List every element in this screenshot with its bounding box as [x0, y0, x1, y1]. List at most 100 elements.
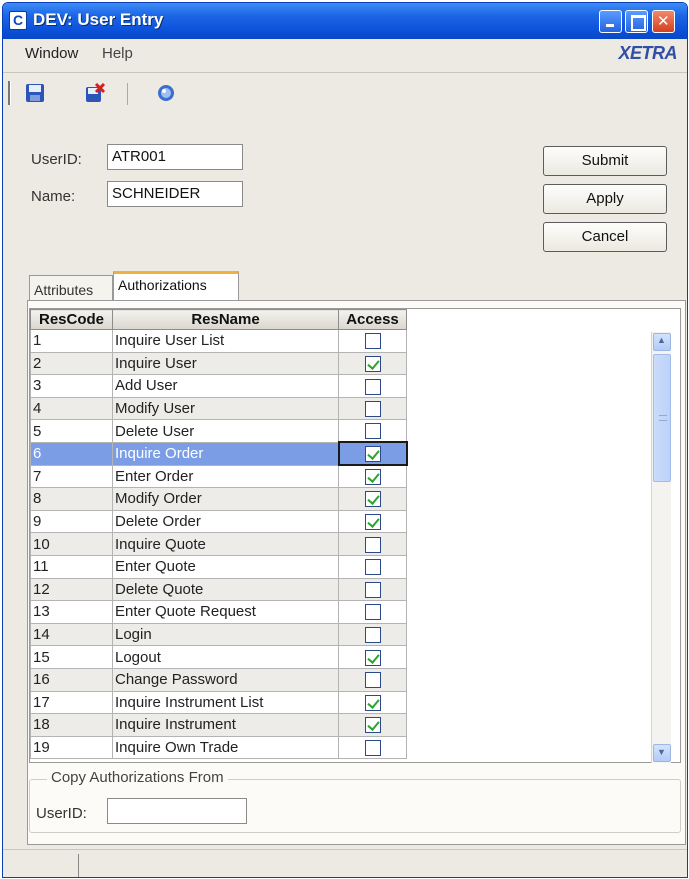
resname-cell: Delete Quote: [112, 577, 339, 602]
user-entry-window: DEV: User Entry Window Help XETRA UserID…: [2, 2, 688, 878]
access-checkbox[interactable]: [364, 333, 381, 350]
table-row[interactable]: 4 Modify User: [30, 396, 679, 421]
tab-attributes[interactable]: Attributes: [29, 275, 113, 301]
empty-cell: [406, 736, 679, 759]
table-row[interactable]: 19 Inquire Own Trade: [30, 735, 679, 760]
access-checkbox[interactable]: [364, 536, 381, 553]
authorizations-table: ResCode ResName Access 1 Inquire User Lis…: [30, 309, 679, 760]
access-checkbox[interactable]: [364, 423, 381, 440]
access-checkbox[interactable]: [364, 649, 381, 666]
table-row[interactable]: 7 Enter Order: [30, 464, 679, 489]
table-row[interactable]: 10 Inquire Quote: [30, 532, 679, 556]
table-row[interactable]: 14 Login: [30, 622, 679, 647]
close-button[interactable]: [652, 10, 675, 33]
access-checkbox[interactable]: [364, 446, 381, 463]
table-row[interactable]: 11 Enter Quote: [30, 554, 679, 579]
minimize-button[interactable]: [599, 10, 622, 33]
save-icon[interactable]: [25, 83, 45, 103]
rescode-cell: 13: [30, 600, 113, 624]
column-header-access[interactable]: Access: [338, 309, 407, 330]
xetra-logo: XETRA: [618, 43, 677, 63]
column-header-rescode[interactable]: ResCode: [30, 309, 113, 330]
access-checkbox[interactable]: [364, 717, 381, 734]
empty-cell: [406, 487, 679, 511]
rescode-cell: 4: [30, 396, 113, 421]
cancel-button[interactable]: Cancel: [543, 222, 667, 252]
table-row[interactable]: 12 Delete Quote: [30, 577, 679, 602]
resname-cell: Inquire Order: [112, 441, 339, 466]
resname-cell: Inquire Instrument: [112, 713, 339, 737]
access-cell: [338, 532, 407, 556]
access-checkbox[interactable]: [364, 469, 381, 486]
title-bar[interactable]: DEV: User Entry: [3, 3, 687, 39]
access-checkbox[interactable]: [364, 604, 381, 621]
empty-cell: [406, 352, 679, 375]
resname-cell: Inquire Own Trade: [112, 735, 339, 760]
empty-cell: [406, 442, 679, 466]
table-row[interactable]: 17 Inquire Instrument List: [30, 690, 679, 715]
grid-vertical-scrollbar[interactable]: [651, 332, 671, 763]
rescode-cell: 19: [30, 735, 113, 760]
access-checkbox[interactable]: [364, 355, 381, 372]
access-cell: [338, 509, 407, 534]
table-row[interactable]: 6 Inquire Order: [30, 441, 679, 467]
resname-cell: Delete Order: [112, 509, 339, 534]
about-icon[interactable]: [156, 83, 176, 103]
access-cell: [338, 713, 407, 737]
menu-window[interactable]: Window: [25, 45, 78, 62]
access-checkbox[interactable]: [364, 694, 381, 711]
access-checkbox[interactable]: [364, 581, 381, 598]
access-checkbox[interactable]: [364, 672, 381, 689]
submit-button[interactable]: Submit: [543, 146, 667, 176]
table-row[interactable]: 8 Modify Order: [30, 487, 679, 511]
table-row[interactable]: 5 Delete User: [30, 419, 679, 443]
resname-cell: Modify Order: [112, 487, 339, 511]
apply-button[interactable]: Apply: [543, 184, 667, 214]
access-cell: [338, 690, 407, 715]
rescode-cell: 9: [30, 509, 113, 534]
rescode-cell: 16: [30, 667, 113, 692]
scroll-up-icon[interactable]: [653, 333, 671, 351]
column-header-resname[interactable]: ResName: [112, 309, 339, 330]
access-checkbox[interactable]: [364, 514, 381, 531]
access-cell: [338, 464, 407, 489]
empty-cell: [406, 532, 679, 556]
resname-cell: Change Password: [112, 667, 339, 692]
table-row[interactable]: 13 Enter Quote Request: [30, 600, 679, 624]
scroll-thumb[interactable]: [653, 354, 671, 482]
scroll-down-icon[interactable]: [653, 744, 671, 762]
rescode-cell: 2: [30, 351, 113, 376]
access-checkbox[interactable]: [364, 740, 381, 756]
table-row[interactable]: 18 Inquire Instrument: [30, 713, 679, 737]
access-checkbox[interactable]: [364, 491, 381, 508]
table-row[interactable]: 16 Change Password: [30, 667, 679, 692]
table-row[interactable]: 9 Delete Order: [30, 509, 679, 534]
table-row[interactable]: 3 Add User: [30, 374, 679, 398]
access-checkbox[interactable]: [364, 378, 381, 395]
access-checkbox[interactable]: [364, 401, 381, 418]
table-row[interactable]: 15 Logout: [30, 645, 679, 669]
status-divider: [78, 854, 79, 877]
tab-authorizations[interactable]: Authorizations: [113, 271, 239, 301]
table-row[interactable]: 2 Inquire User: [30, 351, 679, 376]
empty-cell: [406, 374, 679, 398]
empty-cell: [406, 555, 679, 579]
copy-userid-field[interactable]: [107, 798, 247, 824]
name-field[interactable]: SCHNEIDER: [107, 181, 243, 207]
access-checkbox[interactable]: [364, 627, 381, 644]
table-row[interactable]: 1 Inquire User List: [30, 329, 679, 353]
maximize-button[interactable]: [625, 10, 648, 33]
empty-cell: [406, 668, 679, 691]
access-checkbox[interactable]: [364, 559, 381, 576]
name-label: Name:: [31, 188, 76, 205]
access-cell: [338, 487, 407, 511]
menu-help[interactable]: Help: [102, 45, 133, 62]
toolbar-grip[interactable]: [8, 81, 11, 105]
access-cell: [338, 622, 407, 647]
userid-field[interactable]: ATR001: [107, 144, 243, 170]
empty-cell: [406, 623, 679, 646]
toolbar-separator: [127, 83, 128, 105]
empty-cell: [406, 397, 679, 420]
save-all-icon[interactable]: [85, 83, 105, 103]
empty-cell: [406, 419, 679, 443]
